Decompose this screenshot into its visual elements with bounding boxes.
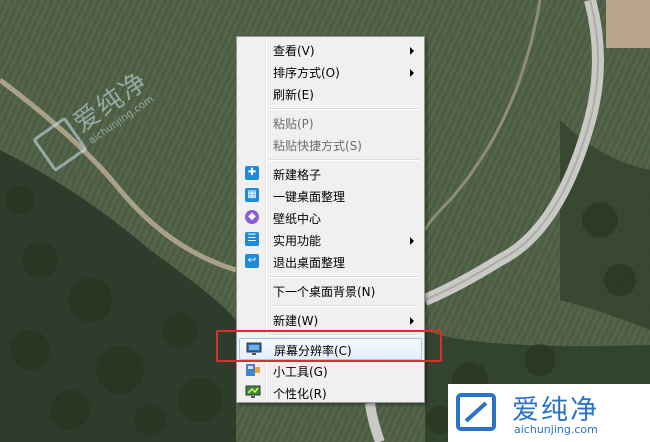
menu-item-paste-shortcut[interactable]: 粘贴快捷方式(S) — [239, 134, 422, 156]
menu-item-one-click-organize[interactable]: ▦ 一键桌面整理 — [239, 185, 422, 207]
menu-item-sort-by[interactable]: 排序方式(O) — [239, 61, 422, 83]
menu-item-gadgets[interactable]: 小工具(G) — [239, 360, 422, 382]
submenu-arrow-icon — [410, 69, 414, 77]
personalize-icon — [245, 385, 261, 399]
menu-item-label: 个性化(R) — [273, 387, 327, 401]
highlight-annotation-box — [216, 330, 442, 362]
menu-separator — [269, 305, 419, 307]
watermark-large: 爱纯净 aichunjing.com — [448, 384, 650, 442]
submenu-arrow-icon — [410, 237, 414, 245]
menu-item-personalize[interactable]: 个性化(R) — [239, 382, 422, 404]
menu-separator — [269, 159, 419, 161]
menu-item-new-grid[interactable]: ✚ 新建格子 — [239, 163, 422, 185]
menu-item-utilities[interactable]: ☰ 实用功能 — [239, 229, 422, 251]
menu-item-label: 壁纸中心 — [273, 212, 322, 226]
blue-exit-icon: ↩ — [245, 254, 259, 268]
menu-separator — [269, 108, 419, 110]
menu-item-label: 新建格子 — [273, 168, 322, 182]
menu-item-label: 刷新(E) — [273, 88, 314, 102]
blue-grid-icon: ▦ — [245, 188, 259, 202]
menu-item-label: 退出桌面整理 — [273, 256, 346, 270]
menu-item-label: 查看(V) — [273, 44, 315, 58]
menu-item-label: 新建(W) — [273, 314, 319, 328]
submenu-arrow-icon — [410, 317, 414, 325]
blue-plus-icon: ✚ — [245, 166, 259, 180]
purple-cube-icon: ◆ — [245, 210, 259, 224]
menu-item-label: 排序方式(O) — [273, 66, 340, 80]
gadget-icon — [245, 363, 260, 377]
watermark-url: aichunjing.com — [514, 423, 598, 436]
menu-item-label: 实用功能 — [273, 234, 322, 248]
watermark-brand: 爱纯净 — [512, 395, 599, 426]
blue-list-icon: ☰ — [245, 232, 259, 246]
menu-item-refresh[interactable]: 刷新(E) — [239, 83, 422, 105]
menu-item-label: 一键桌面整理 — [273, 190, 346, 204]
watermark-logo-icon — [456, 393, 496, 431]
submenu-arrow-icon — [410, 47, 414, 55]
menu-separator — [269, 276, 419, 278]
menu-item-view[interactable]: 查看(V) — [239, 39, 422, 61]
menu-item-exit-organize[interactable]: ↩ 退出桌面整理 — [239, 251, 422, 273]
menu-item-next-background[interactable]: 下一个桌面背景(N) — [239, 280, 422, 302]
menu-item-new[interactable]: 新建(W) — [239, 309, 422, 331]
menu-item-wallpaper-center[interactable]: ◆ 壁纸中心 — [239, 207, 422, 229]
menu-item-label: 小工具(G) — [273, 365, 328, 379]
menu-item-label: 粘贴(P) — [273, 117, 314, 131]
menu-item-paste[interactable]: 粘贴(P) — [239, 112, 422, 134]
menu-item-label: 粘贴快捷方式(S) — [273, 139, 362, 153]
menu-item-label: 下一个桌面背景(N) — [273, 285, 376, 299]
